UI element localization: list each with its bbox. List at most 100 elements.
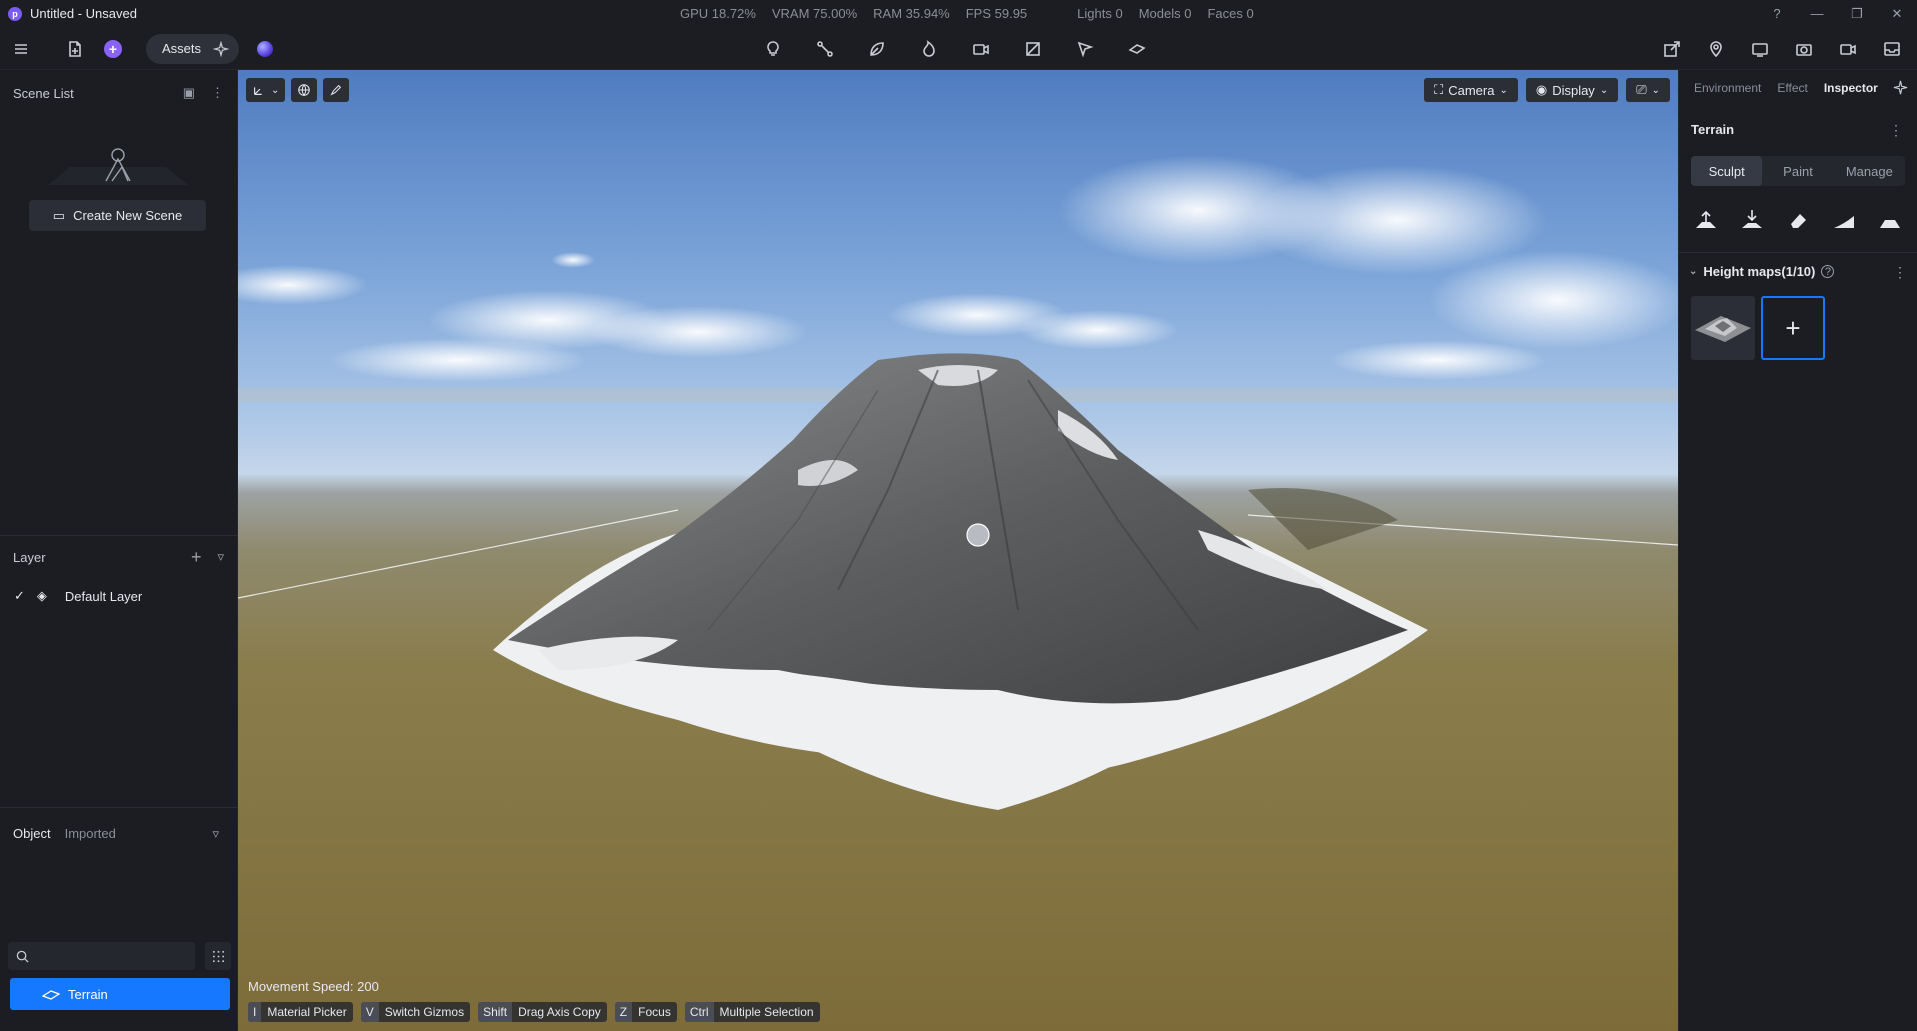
path-tool-icon[interactable] bbox=[814, 38, 836, 60]
mode-sculpt[interactable]: Sculpt bbox=[1691, 156, 1763, 186]
lower-terrain-icon[interactable] bbox=[1739, 208, 1765, 232]
minimize-button[interactable]: — bbox=[1797, 6, 1837, 21]
camera-icon[interactable] bbox=[1793, 38, 1815, 60]
shortcut-hint: Z Focus bbox=[614, 1002, 677, 1022]
object-item-terrain[interactable]: Terrain bbox=[10, 978, 230, 1010]
record-icon[interactable] bbox=[1837, 38, 1859, 60]
vram-stat: VRAM 75.00% bbox=[771, 6, 858, 21]
more-options-icon[interactable]: ⋮ bbox=[1893, 264, 1907, 281]
left-panel: Scene List ▣ ⋮ ▭ Create New Scene Layer … bbox=[0, 70, 238, 1031]
plane-icon[interactable] bbox=[1126, 38, 1148, 60]
transform-mode-button[interactable]: ⌄ bbox=[246, 78, 286, 102]
search-box bbox=[8, 942, 195, 970]
assets-button[interactable]: Assets bbox=[146, 33, 240, 64]
search-input[interactable] bbox=[37, 948, 187, 964]
sparkle-icon[interactable] bbox=[1893, 80, 1908, 95]
raise-terrain-icon[interactable] bbox=[1693, 208, 1719, 232]
empty-scene-illustration bbox=[48, 148, 188, 185]
window-title: Untitled - Unsaved bbox=[30, 6, 137, 21]
restore-button[interactable]: ❐ bbox=[1837, 6, 1877, 22]
display-label: Display bbox=[1552, 82, 1595, 98]
check-icon[interactable]: ✓ bbox=[14, 588, 25, 604]
filter-icon[interactable]: ▿ bbox=[217, 549, 224, 565]
map-pin-icon[interactable] bbox=[1705, 38, 1727, 60]
main-toolbar: + Assets bbox=[0, 27, 1917, 70]
app-logo: p bbox=[8, 6, 22, 21]
tab-imported[interactable]: Imported bbox=[65, 826, 116, 841]
mode-manage[interactable]: Manage bbox=[1834, 156, 1905, 186]
chevron-down-icon: ⌄ bbox=[1689, 266, 1698, 277]
more-options-icon[interactable]: ⋮ bbox=[1889, 122, 1903, 139]
display-dropdown[interactable]: ◉ Display ⌄ bbox=[1525, 78, 1619, 102]
layer-item-default[interactable]: ✓ ◈ Default Layer bbox=[14, 588, 142, 604]
heightmaps-header[interactable]: ⌄ Height maps(1/10) ? bbox=[1689, 264, 1835, 279]
3d-viewport[interactable]: ⌄ ⛶ Camera ⌄ ◉ Display ⌄ ⎚ ⌄ Movement Sp… bbox=[238, 70, 1678, 1031]
shortcut-hint: Shift Drag Axis Copy bbox=[478, 1002, 607, 1022]
shortcut-hint: Ctrl Multiple Selection bbox=[684, 1002, 820, 1022]
gpu-stat: GPU 18.72% bbox=[680, 6, 756, 21]
shortcut-hint: V Switch Gizmos bbox=[360, 1002, 471, 1022]
inbox-icon[interactable] bbox=[1881, 38, 1903, 60]
section-title: Terrain bbox=[1691, 122, 1735, 137]
create-scene-label: Create New Scene bbox=[73, 208, 183, 223]
models-stat: Models 0 bbox=[1138, 6, 1192, 21]
heightmap-thumbnail[interactable] bbox=[1691, 296, 1755, 360]
crop-icon[interactable] bbox=[1022, 38, 1044, 60]
create-new-scene-button[interactable]: ▭ Create New Scene bbox=[29, 200, 206, 231]
scene-add-icon: ▭ bbox=[52, 207, 66, 223]
tab-inspector[interactable]: Inspector bbox=[1824, 81, 1878, 95]
default-layer-label: Default Layer bbox=[64, 588, 143, 604]
flatten-terrain-icon[interactable] bbox=[1877, 208, 1903, 232]
pen-icon bbox=[330, 84, 342, 96]
tab-object[interactable]: Object bbox=[13, 826, 51, 841]
title-bar: p Untitled - Unsaved GPU 18.72% VRAM 75.… bbox=[0, 0, 1917, 27]
filter-icon[interactable]: ▿ bbox=[212, 826, 219, 842]
chevron-down-icon: ⌄ bbox=[1651, 84, 1660, 96]
new-file-icon[interactable] bbox=[64, 38, 86, 60]
add-heightmap-button[interactable]: + bbox=[1761, 296, 1825, 360]
scene-list-title: Scene List bbox=[13, 85, 74, 101]
screen-icon[interactable] bbox=[1749, 38, 1771, 60]
add-object-button[interactable]: + bbox=[104, 39, 122, 58]
terrain-label: Terrain bbox=[68, 986, 108, 1002]
tab-effect[interactable]: Effect bbox=[1777, 81, 1807, 95]
camera-frame-icon: ⛶ bbox=[1434, 82, 1444, 97]
leaf-icon[interactable] bbox=[866, 38, 888, 60]
ram-stat: RAM 35.94% bbox=[873, 6, 950, 21]
help-icon[interactable]: ? bbox=[1757, 6, 1797, 21]
eraser-icon[interactable] bbox=[1785, 208, 1811, 232]
movement-speed: Movement Speed: 200 bbox=[248, 979, 379, 994]
fire-icon[interactable] bbox=[918, 38, 940, 60]
video-camera-icon[interactable] bbox=[970, 38, 992, 60]
more-options-icon[interactable]: ⋮ bbox=[211, 85, 224, 101]
material-orb-icon[interactable] bbox=[257, 40, 274, 57]
layers-icon: ◈ bbox=[36, 588, 47, 603]
shortcut-hints: I Material Picker V Switch Gizmos Shift Dra… bbox=[248, 1002, 820, 1022]
share-icon[interactable] bbox=[1661, 38, 1683, 60]
snap-button[interactable] bbox=[323, 78, 350, 102]
add-layer-icon[interactable]: + bbox=[191, 547, 202, 568]
mode-paint[interactable]: Paint bbox=[1762, 156, 1833, 186]
right-panel: Environment Effect Inspector Terrain ⋮ S… bbox=[1678, 70, 1917, 1031]
camera-dropdown[interactable]: ⛶ Camera ⌄ bbox=[1424, 78, 1518, 102]
scene-import-icon[interactable]: ▣ bbox=[183, 85, 195, 101]
faces-stat: Faces 0 bbox=[1207, 6, 1254, 21]
fps-stat: FPS 59.95 bbox=[965, 6, 1028, 21]
grid-icon bbox=[212, 950, 224, 962]
divider bbox=[1679, 252, 1917, 253]
help-icon[interactable]: ? bbox=[1821, 265, 1835, 278]
close-button[interactable]: ✕ bbox=[1877, 6, 1917, 22]
layer-header: Layer + ▿ bbox=[0, 542, 238, 572]
terrain-icon bbox=[42, 990, 60, 1000]
grid-view-button[interactable] bbox=[205, 942, 231, 970]
axis-icon bbox=[254, 87, 262, 95]
light-bulb-icon[interactable] bbox=[762, 38, 784, 60]
layout-dropdown[interactable]: ⎚ ⌄ bbox=[1626, 78, 1670, 102]
search-icon bbox=[16, 950, 29, 963]
smooth-terrain-icon[interactable] bbox=[1831, 208, 1857, 232]
pointer-flag-icon[interactable] bbox=[1074, 38, 1096, 60]
lights-stat: Lights 0 bbox=[1077, 6, 1123, 21]
tab-environment[interactable]: Environment bbox=[1694, 81, 1761, 95]
menu-icon[interactable] bbox=[10, 38, 32, 60]
global-space-button[interactable] bbox=[291, 78, 318, 102]
